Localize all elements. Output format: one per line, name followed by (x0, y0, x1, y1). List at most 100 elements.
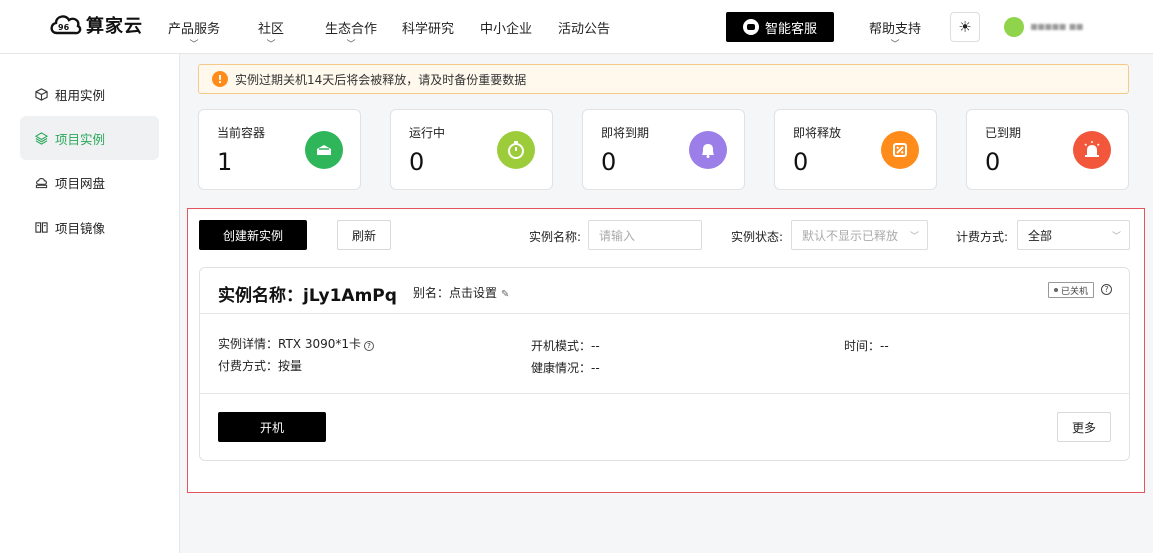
chevron-down-icon: ﹀ (890, 40, 900, 50)
chevron-down-icon: ﹀ (909, 232, 919, 242)
stat-label: 当前容器 (217, 126, 266, 140)
warning-icon: ! (212, 71, 228, 87)
release-icon (881, 131, 919, 169)
stat-label: 即将释放 (793, 126, 842, 140)
avatar[interactable] (1004, 17, 1024, 37)
smart-service-button[interactable]: 智能客服 (726, 12, 834, 42)
cube-icon (35, 87, 48, 101)
stat-label: 即将到期 (601, 126, 650, 140)
bell-icon (689, 131, 727, 169)
username[interactable]: ▪▪▪▪▪ ▪▪ (1030, 19, 1084, 33)
stat-card-current[interactable]: 当前容器 1 (198, 109, 361, 190)
sidebar-item-project-image[interactable]: 项目镜像 (20, 205, 159, 249)
sun-icon: ☀ (958, 18, 972, 36)
name-filter-label: 实例名称: (529, 230, 582, 244)
nav-research[interactable]: 科学研究 (402, 18, 454, 37)
pay-value: 按量 (278, 359, 303, 373)
headset-icon (742, 19, 759, 35)
nav-ecosystem[interactable]: 生态合作 ﹀ (325, 18, 378, 50)
instance-details: 实例详情：RTX 3090*1卡? (218, 335, 375, 352)
stat-value: 0 (985, 148, 1001, 176)
stat-value: 0 (793, 148, 809, 176)
billing-filter-label: 计费方式: (956, 230, 1009, 244)
create-instance-button[interactable]: 创建新实例 (199, 220, 307, 250)
edit-icon[interactable]: ✎ (501, 289, 509, 300)
billing-filter-value: 全部 (1028, 228, 1053, 243)
health-status: 健康情况：-- (531, 361, 600, 375)
help-icon[interactable]: ? (364, 341, 375, 351)
nav-label: 中小企业 (480, 22, 533, 37)
nav-community[interactable]: 社区 ﹀ (258, 18, 285, 50)
status-filter-label: 实例状态: (731, 230, 784, 244)
help-icon[interactable]: ? (1101, 284, 1112, 295)
chevron-down-icon: ﹀ (189, 40, 199, 50)
top-navbar: 96 算家云 产品服务 ﹀ 社区 ﹀ 生态合作 ﹀ 科学研究 中小企业 活动公告… (0, 0, 1153, 54)
stat-label: 运行中 (409, 126, 446, 140)
alarm-icon (1073, 131, 1111, 169)
more-button[interactable]: 更多 (1057, 412, 1111, 442)
nav-product-services[interactable]: 产品服务 ﹀ (168, 18, 221, 50)
nav-label: 科学研究 (402, 22, 455, 37)
instance-card-header: 实例名称：jLy1AmPq 别名：点击设置 ✎ 已关机 ? (200, 268, 1129, 314)
sidebar: 租用实例 项目实例 项目网盘 项目镜像 (0, 54, 180, 553)
start-button[interactable]: 开机 (218, 412, 326, 442)
instance-time: 时间：-- (844, 339, 889, 353)
timer-icon (497, 131, 535, 169)
sidebar-item-project-disk[interactable]: 项目网盘 (20, 160, 159, 204)
notice-text: 实例过期关机14天后将会被释放，请及时备份重要数据 (235, 72, 527, 87)
stat-value: 0 (601, 148, 617, 176)
nav-sme[interactable]: 中小企业 (480, 18, 532, 37)
stat-card-releasing[interactable]: 即将释放 0 (774, 109, 937, 190)
instance-title: 实例名称：jLy1AmPq (218, 286, 397, 306)
theme-toggle-button[interactable]: ☀ (950, 12, 980, 42)
sidebar-item-rent-instance[interactable]: 租用实例 (20, 72, 159, 116)
nav-help[interactable]: 帮助支持 ﹀ (869, 18, 922, 50)
name-filter-placeholder: 请输入 (599, 228, 636, 243)
boot-mode: 开机模式：-- (531, 339, 600, 353)
chevron-down-icon: ﹀ (346, 40, 356, 50)
brand-logo[interactable]: 96 算家云 (48, 11, 143, 39)
status-badge: 已关机 (1048, 282, 1095, 298)
nav-label: 活动公告 (558, 22, 611, 37)
name-filter-input[interactable]: 请输入 (588, 220, 702, 250)
instance-panel: 创建新实例 刷新 实例名称: 请输入 实例状态: 默认不显示已释放 ﹀ 计费方式… (187, 208, 1145, 493)
sidebar-item-label: 项目实例 (55, 131, 106, 147)
status-filter-select[interactable]: 默认不显示已释放 ﹀ (791, 220, 928, 250)
billing-filter-select[interactable]: 全部 ﹀ (1017, 220, 1130, 250)
service-label: 智能客服 (764, 21, 817, 37)
stat-card-expired[interactable]: 已到期 0 (966, 109, 1129, 190)
nav-label: 产品服务 (168, 22, 221, 37)
nav-label: 社区 (258, 22, 285, 37)
status-dot-icon (1054, 288, 1058, 292)
sidebar-item-label: 项目镜像 (55, 220, 106, 236)
container-icon (305, 131, 343, 169)
alias-text: 别名：点击设置 (413, 286, 498, 300)
nav-label: 生态合作 (325, 22, 378, 37)
chevron-down-icon: ﹀ (1111, 232, 1121, 242)
brand-name: 算家云 (86, 16, 143, 37)
instance-card: 实例名称：jLy1AmPq 别名：点击设置 ✎ 已关机 ? 实例详情：RTX 30… (199, 267, 1130, 461)
stat-card-expiring[interactable]: 即将到期 0 (582, 109, 745, 190)
cloud-disk-icon (35, 177, 48, 188)
nav-events[interactable]: 活动公告 (558, 18, 610, 37)
stat-value: 1 (217, 148, 233, 176)
details-value: RTX 3090*1卡 (278, 337, 362, 351)
expiry-notice: ! 实例过期关机14天后将会被释放，请及时备份重要数据 (198, 64, 1129, 94)
instance-card-footer: 开机 更多 (200, 393, 1129, 461)
payment-method: 付费方式：按量 (218, 357, 302, 374)
layers-icon (35, 131, 48, 145)
alias-setting[interactable]: 别名：点击设置 ✎ (413, 284, 509, 301)
refresh-button[interactable]: 刷新 (337, 220, 391, 250)
cloud-logo-icon: 96 (50, 15, 82, 35)
sidebar-item-label: 租用实例 (55, 87, 106, 103)
stat-card-running[interactable]: 运行中 0 (390, 109, 553, 190)
chevron-down-icon: ﹀ (266, 40, 276, 50)
status-filter-value: 默认不显示已释放 (802, 228, 899, 243)
pay-label: 付费方式： (218, 359, 279, 373)
stat-label: 已到期 (985, 126, 1022, 140)
sidebar-item-label: 项目网盘 (55, 175, 106, 191)
sidebar-item-project-instance[interactable]: 项目实例 (20, 116, 159, 160)
nav-label: 帮助支持 (869, 22, 922, 37)
status-text: 已关机 (1061, 286, 1089, 297)
stat-value: 0 (409, 148, 425, 176)
